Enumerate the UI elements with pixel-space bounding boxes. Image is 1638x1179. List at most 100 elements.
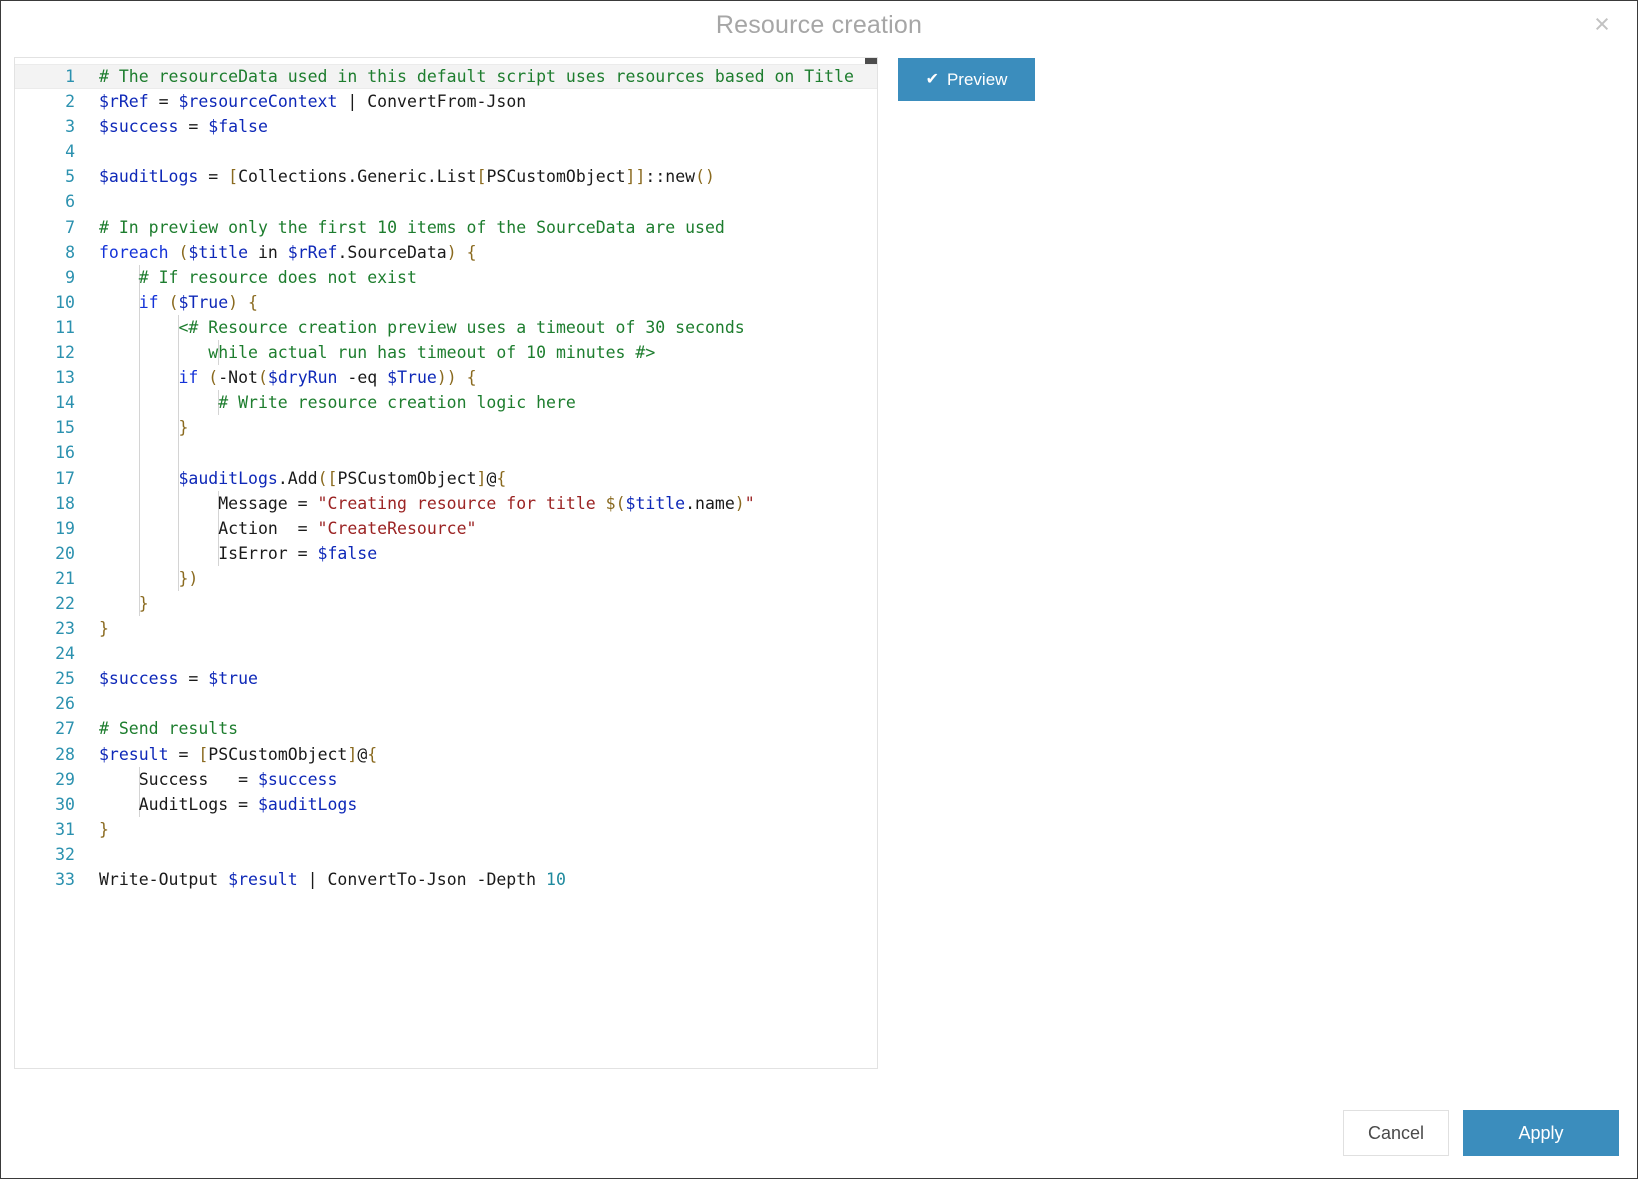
code-text: # Send results bbox=[99, 716, 238, 741]
code-line[interactable]: 20 IsError = $false bbox=[15, 541, 877, 566]
code-token: while actual run has timeout of 10 minut… bbox=[99, 343, 656, 363]
code-line[interactable]: 18 Message = "Creating resource for titl… bbox=[15, 491, 877, 516]
line-number: 31 bbox=[55, 819, 75, 839]
code-line[interactable]: 23} bbox=[15, 616, 877, 641]
code-token: ( bbox=[168, 292, 179, 312]
code-line[interactable]: 32 bbox=[15, 842, 877, 867]
editor-scrollbar[interactable] bbox=[865, 58, 877, 64]
code-line[interactable]: 30 AuditLogs = $auditLogs bbox=[15, 792, 877, 817]
code-token: () bbox=[695, 167, 715, 187]
code-line[interactable]: 1 # The resourceData used in this default… bbox=[15, 64, 877, 90]
code-line[interactable]: 27 # Send results bbox=[15, 716, 877, 741]
code-token: "Creating resource for title bbox=[317, 493, 606, 513]
code-line[interactable]: 22 } bbox=[15, 591, 877, 616]
code-token: } bbox=[99, 619, 109, 639]
code-token: $dryRun bbox=[267, 368, 338, 388]
code-token: "CreateResource" bbox=[317, 518, 477, 538]
code-token: = bbox=[198, 167, 229, 187]
line-number: 13 bbox=[55, 368, 75, 388]
code-line[interactable]: 26 bbox=[15, 691, 877, 716]
code-line[interactable]: 16 bbox=[15, 440, 877, 465]
code-line[interactable]: 12 while actual run has timeout of 10 mi… bbox=[15, 340, 877, 365]
preview-button[interactable]: ✔ Preview bbox=[898, 58, 1035, 101]
code-token: # Send results bbox=[99, 719, 239, 739]
code-token: $true bbox=[208, 669, 258, 689]
code-lines-container[interactable]: 1 # The resourceData used in this default… bbox=[15, 58, 877, 1068]
code-line[interactable]: 7 # In preview only the first 10 items of… bbox=[15, 215, 877, 240]
code-token: Write-Output bbox=[99, 870, 229, 889]
code-text: $auditLogs = [Collections.Generic.List[P… bbox=[99, 164, 715, 189]
code-token: foreach bbox=[99, 242, 169, 262]
code-editor[interactable]: 1 # The resourceData used in this default… bbox=[14, 57, 878, 1069]
code-text: # Write resource creation logic here bbox=[99, 390, 576, 415]
code-token: ::new bbox=[645, 167, 696, 187]
line-number: 24 bbox=[55, 644, 75, 664]
code-line[interactable]: 4 bbox=[15, 139, 877, 164]
code-token: ConvertTo-Json -Depth bbox=[327, 870, 547, 889]
code-line[interactable]: 5 $auditLogs = [Collections.Generic.List[… bbox=[15, 164, 877, 189]
code-token: } bbox=[99, 819, 109, 839]
code-line[interactable]: 19 Action = "CreateResource" bbox=[15, 516, 877, 541]
code-token: AuditLogs = bbox=[99, 794, 258, 814]
code-line[interactable]: 17 $auditLogs.Add([PSCustomObject]@{ bbox=[15, 466, 877, 491]
code-line[interactable]: 24 bbox=[15, 641, 877, 666]
code-text: # In preview only the first 10 items of … bbox=[99, 215, 725, 240]
code-token: ( bbox=[257, 368, 268, 388]
code-line[interactable]: 11 <# Resource creation preview uses a t… bbox=[15, 315, 877, 340]
code-line[interactable]: 8 foreach ($title in $rRef.SourceData) { bbox=[15, 240, 877, 265]
code-token: | bbox=[337, 92, 368, 112]
line-number: 33 bbox=[55, 870, 75, 889]
line-number: 11 bbox=[55, 317, 75, 337]
code-line[interactable]: 6 bbox=[15, 189, 877, 214]
code-line[interactable]: 13 if (-Not($dryRun -eq $True)) { bbox=[15, 365, 877, 390]
code-token: in bbox=[248, 242, 288, 262]
code-token: $True bbox=[387, 368, 437, 388]
line-number: 30 bbox=[55, 794, 75, 814]
dialog-title-bar: Resource creation × bbox=[1, 1, 1637, 56]
close-icon[interactable]: × bbox=[1585, 7, 1619, 41]
cancel-button[interactable]: Cancel bbox=[1343, 1110, 1449, 1156]
code-token: | bbox=[297, 870, 328, 889]
code-token: " bbox=[744, 493, 755, 513]
code-token: [ bbox=[228, 167, 239, 187]
code-token: $rRef bbox=[99, 92, 149, 112]
code-line[interactable]: 25 $success = $true bbox=[15, 666, 877, 691]
code-line[interactable]: 31} bbox=[15, 817, 877, 842]
code-token: = bbox=[168, 744, 199, 764]
code-line[interactable]: 10 if ($True) { bbox=[15, 290, 877, 315]
line-number: 32 bbox=[55, 844, 75, 864]
code-line[interactable]: 33 Write-Output $result | ConvertTo-Json … bbox=[15, 867, 877, 892]
code-line[interactable]: 3 $success = $false bbox=[15, 114, 877, 139]
dialog-footer: Cancel Apply bbox=[1, 1094, 1637, 1178]
code-token: Success = bbox=[99, 769, 258, 789]
code-line[interactable]: 28 $result = [PSCustomObject]@{ bbox=[15, 742, 877, 767]
code-line[interactable]: 15 } bbox=[15, 415, 877, 440]
line-number: 8 bbox=[65, 242, 75, 262]
code-token: { bbox=[466, 242, 477, 262]
code-token: if bbox=[178, 368, 199, 388]
line-number: 12 bbox=[55, 343, 75, 363]
code-line[interactable]: 9 # If resource does not exist bbox=[15, 265, 877, 290]
code-line[interactable]: 2 $rRef = $resourceContext | ConvertFrom-… bbox=[15, 89, 877, 114]
code-line[interactable]: 29 Success = $success bbox=[15, 767, 877, 792]
code-token: ) bbox=[228, 292, 239, 312]
code-text: $success = $true bbox=[99, 666, 258, 691]
check-icon: ✔ bbox=[925, 70, 939, 88]
apply-button[interactable]: Apply bbox=[1463, 1110, 1619, 1156]
code-token: -eq bbox=[337, 368, 388, 388]
code-token: [ bbox=[327, 468, 338, 488]
page-title: Resource creation bbox=[715, 11, 923, 39]
code-line[interactable]: 14 # Write resource creation logic here bbox=[15, 390, 877, 415]
code-line[interactable]: 21 }) bbox=[15, 566, 877, 591]
code-text: Success = $success bbox=[99, 767, 338, 792]
code-text: Message = "Creating resource for title $… bbox=[99, 491, 755, 516]
code-text: } bbox=[99, 591, 149, 616]
code-text: Action = "CreateResource" bbox=[99, 516, 477, 541]
